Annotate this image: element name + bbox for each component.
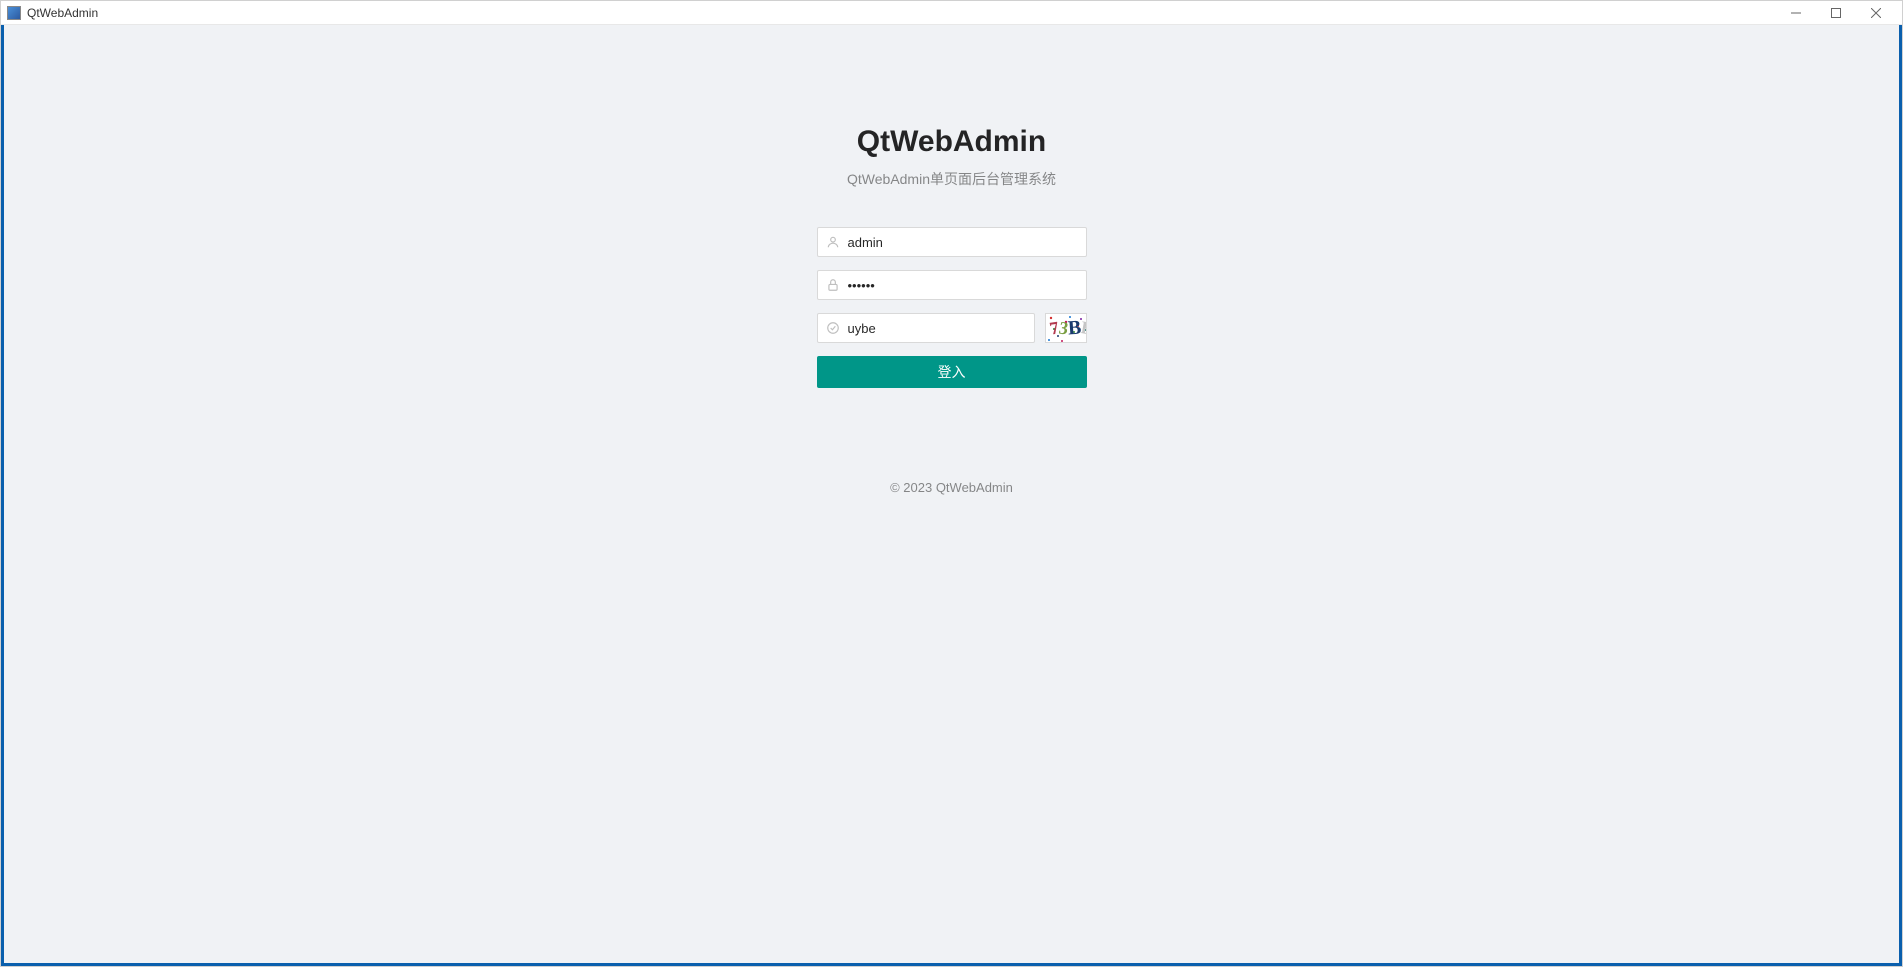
window-frame: QtWebAdmin QtWebAdmin QtWebAdmin单页面后台管理系…: [0, 0, 1903, 967]
titlebar: QtWebAdmin: [1, 1, 1902, 25]
lock-icon: [818, 278, 848, 292]
app-icon: [7, 6, 21, 20]
close-button[interactable]: [1856, 2, 1896, 24]
window-title: QtWebAdmin: [27, 6, 1776, 20]
password-wrapper: [817, 270, 1087, 300]
login-form: 7 3 B E 登入: [817, 227, 1087, 388]
username-input[interactable]: [848, 235, 1086, 250]
captcha-row: 7 3 B E: [817, 313, 1087, 343]
app-title: QtWebAdmin: [857, 125, 1046, 159]
captcha-input[interactable]: [848, 321, 1034, 336]
password-input[interactable]: [848, 278, 1086, 293]
minimize-button[interactable]: [1776, 2, 1816, 24]
app-subtitle: QtWebAdmin单页面后台管理系统: [847, 169, 1056, 189]
captcha-text: 7 3 B E: [1046, 314, 1086, 342]
footer-text: © 2023 QtWebAdmin: [890, 480, 1013, 495]
login-button[interactable]: 登入: [817, 356, 1087, 388]
maximize-button[interactable]: [1816, 2, 1856, 24]
maximize-icon: [1831, 8, 1841, 18]
login-container: QtWebAdmin QtWebAdmin单页面后台管理系统: [817, 125, 1087, 495]
shield-check-icon: [818, 321, 848, 335]
window-controls: [1776, 2, 1896, 24]
captcha-image[interactable]: 7 3 B E: [1045, 313, 1087, 343]
captcha-wrapper: [817, 313, 1035, 343]
close-icon: [1871, 8, 1881, 18]
content-area: QtWebAdmin QtWebAdmin单页面后台管理系统: [1, 25, 1902, 966]
user-icon: [818, 235, 848, 249]
username-wrapper: [817, 227, 1087, 257]
minimize-icon: [1791, 8, 1801, 18]
